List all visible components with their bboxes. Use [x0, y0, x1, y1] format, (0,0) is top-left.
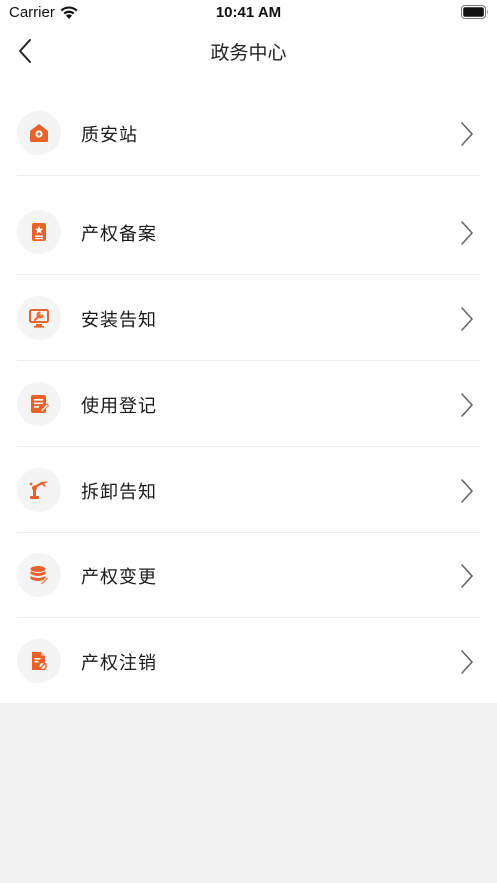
menu-item-label: 拆卸告知	[81, 482, 157, 503]
status-bar: Carrier 10:41 AM	[0, 0, 497, 26]
chevron-right-icon	[461, 650, 474, 674]
document-edit-icon	[31, 395, 50, 413]
icon-container	[17, 553, 61, 597]
menu-item-label: 安装告知	[81, 310, 157, 331]
chevron-right-icon	[461, 479, 474, 503]
menu-item-property-cancellation[interactable]: 产权注销	[0, 618, 497, 704]
row-divider	[17, 175, 480, 176]
icon-container	[17, 639, 61, 683]
menu-item-property-filing[interactable]: 产权备案	[0, 189, 497, 275]
menu-item-label: 产权备案	[81, 224, 157, 245]
menu-item-quality-safety-station[interactable]: 质安站	[0, 90, 497, 176]
menu-item-property-change[interactable]: 产权变更	[0, 532, 497, 618]
chevron-right-icon	[461, 307, 474, 331]
chevron-right-icon	[461, 221, 474, 245]
certificate-icon	[32, 223, 46, 241]
icon-container	[17, 111, 61, 155]
navigation-bar: 政务中心	[0, 26, 497, 76]
database-edit-icon	[30, 566, 50, 586]
icon-container	[17, 468, 61, 512]
robot-arm-icon	[29, 481, 47, 499]
file-cancel-icon	[32, 652, 47, 671]
menu-item-disassembly-notice[interactable]: 拆卸告知	[0, 447, 497, 533]
battery-icon	[461, 5, 488, 19]
clock-time: 10:41 AM	[215, 4, 282, 21]
menu-item-label: 产权变更	[81, 567, 157, 588]
location-home-icon	[30, 124, 48, 142]
icon-container	[17, 210, 61, 254]
chevron-right-icon	[461, 122, 474, 146]
menu-item-label: 质安站	[81, 125, 138, 146]
page-title: 政务中心	[210, 42, 287, 64]
menu-item-label: 使用登记	[81, 396, 157, 417]
icon-container	[17, 382, 61, 426]
chevron-right-icon	[461, 564, 474, 588]
monitor-wrench-icon	[29, 309, 49, 328]
icon-container	[17, 296, 61, 340]
menu-item-label: 产权注销	[81, 653, 157, 674]
chevron-right-icon	[461, 393, 474, 417]
menu-item-usage-registration[interactable]: 使用登记	[0, 361, 497, 447]
menu-item-installation-notice[interactable]: 安装告知	[0, 275, 497, 361]
